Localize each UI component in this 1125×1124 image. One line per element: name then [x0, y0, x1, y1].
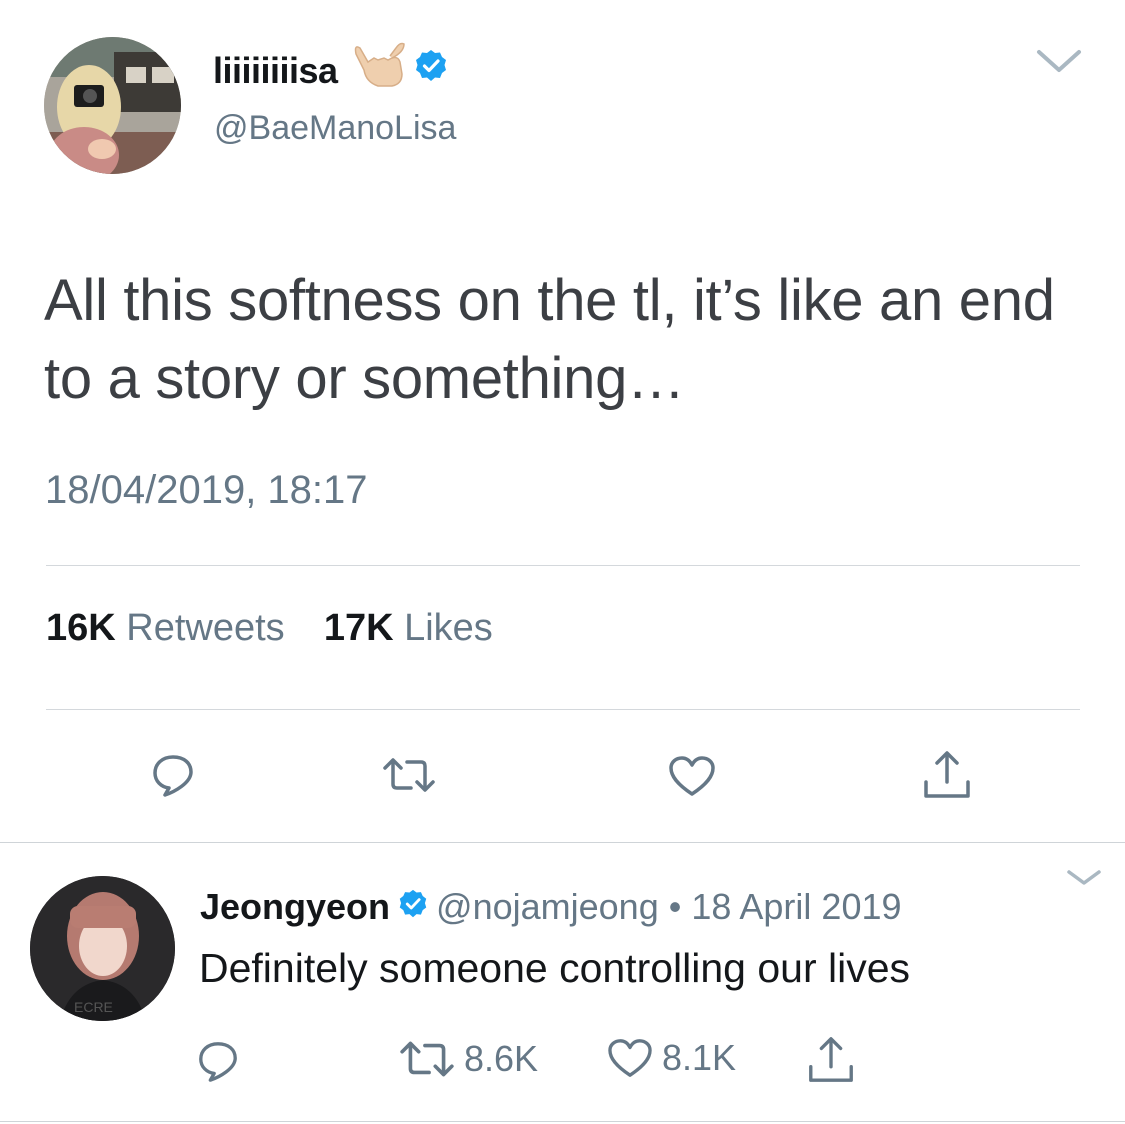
retweet-icon [400, 1041, 454, 1077]
reply-display-name[interactable]: Jeongyeon [200, 885, 390, 929]
verified-icon [398, 885, 428, 929]
tweet-text: All this softness on the tl, it’s like a… [44, 268, 1055, 411]
like-count[interactable]: 17K [324, 607, 394, 649]
share-icon [924, 751, 970, 798]
reply-handle[interactable]: @nojamjeong [436, 885, 659, 929]
divider [46, 709, 1080, 710]
svg-text:ECRE: ECRE [74, 999, 113, 1015]
reply-share-button[interactable] [805, 1034, 857, 1086]
avatar-jeongyeon[interactable]: ECRE [30, 876, 175, 1021]
reply-text: Definitely someone controlling our lives [199, 945, 911, 991]
chevron-down-icon[interactable] [1035, 48, 1083, 81]
display-name[interactable]: liiiiiiiisa [213, 40, 448, 102]
like-label[interactable]: Likes [404, 607, 493, 649]
reply-retweet-count: 8.6K [464, 1038, 539, 1079]
separator-dot: • [668, 886, 682, 927]
share-button[interactable] [920, 748, 974, 802]
reply-retweet-button[interactable]: 8.6K [398, 1038, 538, 1080]
divider [0, 1121, 1125, 1122]
reply-icon [199, 1042, 237, 1082]
reply-date[interactable]: 18 April 2019 [691, 885, 901, 929]
retweet-count[interactable]: 16K [46, 607, 116, 649]
verified-icon [414, 49, 448, 93]
reply-header: Jeongyeon @nojamjeong • 18 April 2019 [200, 885, 902, 929]
reply-like-count: 8.1K [662, 1037, 737, 1078]
display-name-text[interactable]: liiiiiiiisa [213, 49, 338, 93]
share-icon [809, 1037, 853, 1082]
like-icon [669, 756, 715, 796]
like-icon [608, 1039, 652, 1077]
reply-button[interactable] [150, 752, 196, 798]
tweet-stats: 16K Retweets 17K Likes [46, 606, 493, 650]
reply-icon [153, 755, 193, 797]
divider [46, 565, 1080, 566]
retweet-label[interactable]: Retweets [126, 607, 284, 649]
tweet-timestamp[interactable]: 18/04/2019, 18:17 [45, 466, 368, 514]
reply-reply-button[interactable] [196, 1039, 240, 1083]
reply-like-button[interactable]: 8.1K [606, 1037, 736, 1079]
avatar-lisa[interactable] [44, 37, 181, 174]
retweet-button[interactable] [381, 756, 437, 794]
retweet-icon [383, 758, 435, 792]
chevron-down-icon[interactable] [1065, 868, 1103, 893]
divider [0, 842, 1125, 843]
call-me-hand-emoji-icon [348, 40, 408, 102]
handle[interactable]: @BaeManoLisa [214, 108, 456, 148]
like-button[interactable] [667, 754, 717, 798]
